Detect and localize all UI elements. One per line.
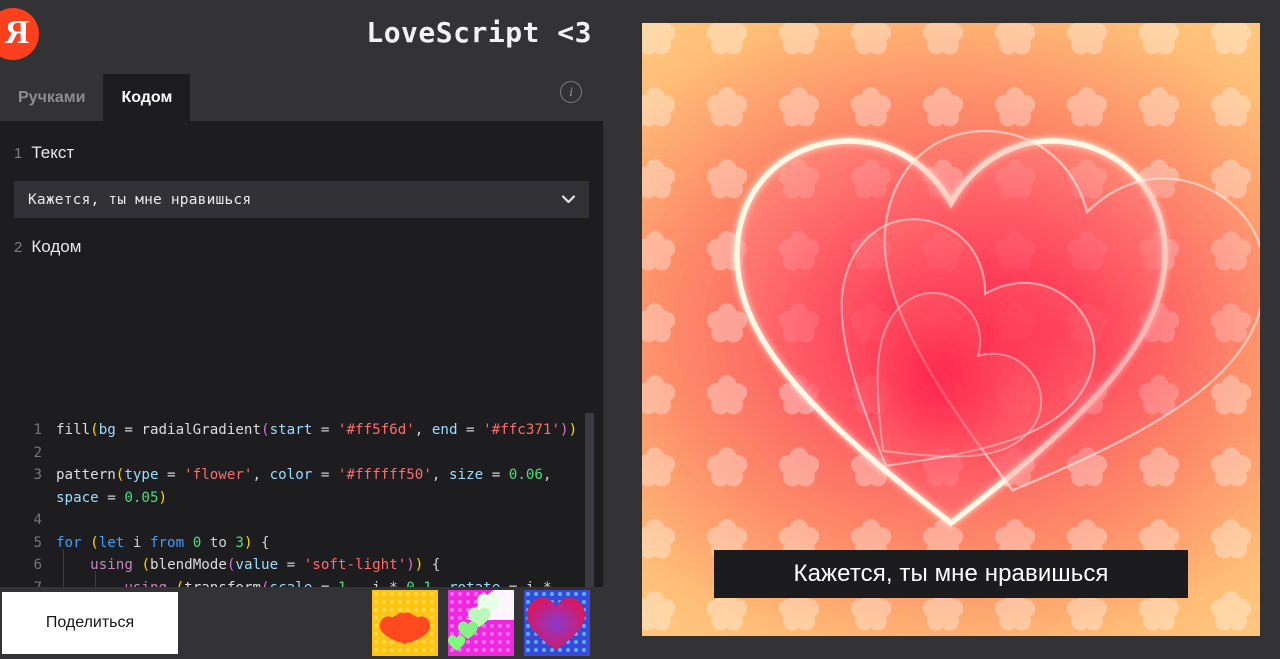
step-text-label: Текст xyxy=(31,143,75,162)
app-header: Я LoveScript <3 xyxy=(0,0,604,68)
code-line-content xyxy=(56,509,603,532)
yandex-logo-icon: Я xyxy=(0,8,39,60)
code-line: 1 fill(bg = radialGradient(start = '#ff5f… xyxy=(0,419,603,442)
code-line-number: 5 xyxy=(33,534,42,551)
code-line-content: pattern(type = 'flower', color = '#fffff… xyxy=(56,467,561,506)
code-line-number: 3 xyxy=(33,467,42,483)
chevron-down-icon xyxy=(561,194,576,206)
step-code-number: 2 xyxy=(14,239,23,256)
code-line-number: 1 xyxy=(33,422,42,438)
template-thumbnails xyxy=(372,590,590,656)
text-select-value: Кажется, ты мне нравишься xyxy=(28,191,252,208)
code-line-content: for (let i from 0 to 3) { xyxy=(56,534,270,551)
thumb-yellow-hearts[interactable] xyxy=(372,590,438,656)
code-line: 3 pattern(type = 'flower', color = '#ffff… xyxy=(0,464,603,509)
tab-code[interactable]: Кодом xyxy=(103,74,191,121)
yandex-logo-letter: Я xyxy=(4,14,30,51)
code-line-content xyxy=(56,442,603,465)
page-title: LoveScript <3 xyxy=(366,16,592,49)
code-line-number: 2 xyxy=(33,444,42,461)
code-line-number: 4 xyxy=(33,512,42,528)
info-icon[interactable]: i xyxy=(560,81,582,103)
code-scrollbar-thumb[interactable] xyxy=(585,413,594,603)
thumb-blue-heart[interactable] xyxy=(524,590,590,656)
step-code-header: 2 Кодом xyxy=(0,218,603,257)
app-root: Я LoveScript <3 Ручками Кодом i 1 Текст … xyxy=(0,0,1280,659)
code-line-content: using (blendMode(value = 'soft-light')) … xyxy=(90,557,441,573)
editor-body: 1 Текст Кажется, ты мне нравишься 2 Кодо… xyxy=(0,121,604,659)
tab-manual[interactable]: Ручками xyxy=(0,74,103,121)
editor-panel: Я LoveScript <3 Ручками Кодом i 1 Текст … xyxy=(0,0,604,659)
preview-card[interactable]: Кажется, ты мне нравишься xyxy=(642,23,1260,636)
preview-caption-text: Кажется, ты мне нравишься xyxy=(793,560,1109,587)
thumb-magenta-hearts[interactable] xyxy=(448,590,514,656)
text-select[interactable]: Кажется, ты мне нравишься xyxy=(14,181,589,218)
heart-shapes-icon xyxy=(734,129,1260,527)
share-button[interactable]: Поделиться xyxy=(2,592,178,654)
step-text-header: 1 Текст xyxy=(0,121,603,163)
code-line-number: 6 xyxy=(33,557,42,573)
heart-stack-layer xyxy=(642,23,1260,636)
preview-canvas: Кажется, ты мне нравишься xyxy=(642,23,1260,636)
code-line: 2 xyxy=(0,442,603,465)
code-line: 6 using (blendMode(value = 'soft-light')… xyxy=(0,554,603,577)
code-line: 5 for (let i from 0 to 3) { xyxy=(0,532,603,555)
bottom-bar: Поделиться xyxy=(0,587,604,659)
code-line-content: fill(bg = radialGradient(start = '#ff5f6… xyxy=(56,422,578,438)
preview-caption: Кажется, ты мне нравишься xyxy=(714,550,1188,598)
code-line: 4 xyxy=(0,509,603,532)
step-code-label: Кодом xyxy=(31,237,82,256)
tab-bar: Ручками Кодом i xyxy=(0,68,604,121)
step-text-number: 1 xyxy=(14,145,23,162)
